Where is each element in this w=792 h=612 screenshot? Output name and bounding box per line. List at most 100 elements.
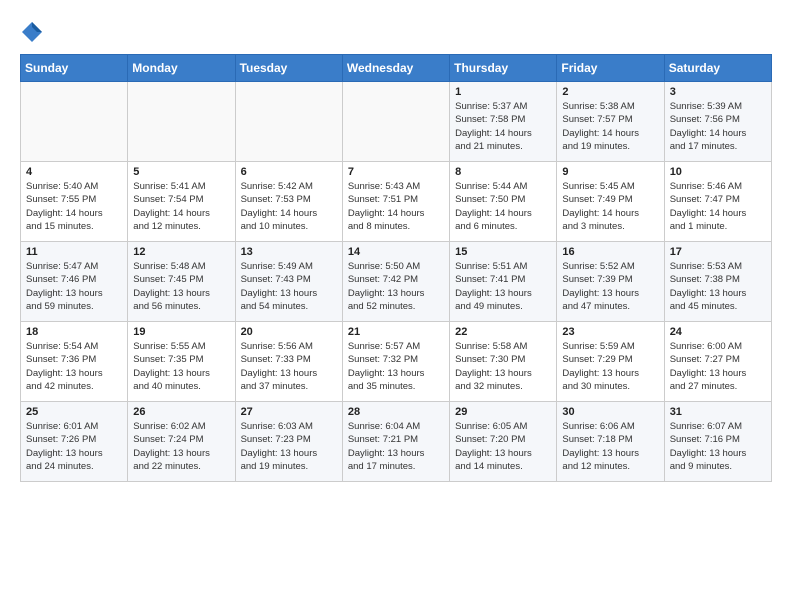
calendar-cell: 1Sunrise: 5:37 AM Sunset: 7:58 PM Daylig… [450, 82, 557, 162]
day-header-friday: Friday [557, 55, 664, 82]
calendar-cell: 4Sunrise: 5:40 AM Sunset: 7:55 PM Daylig… [21, 162, 128, 242]
calendar-cell: 16 Sunrise: 5:52 AM Sunset: 7:39 PM Dayli… [557, 242, 664, 322]
calendar-week-3: 18 Sunrise: 5:54 AM Sunset: 7:36 PM Dayli… [21, 322, 772, 402]
day-header-sunday: Sunday [21, 55, 128, 82]
day-number: 17 [670, 246, 766, 258]
calendar-week-2: 11 Sunrise: 5:47 AM Sunset: 7:46 PM Dayli… [21, 242, 772, 322]
day-detail: Sunrise: 5:39 AM Sunset: 7:56 PM Dayligh… [670, 100, 766, 153]
calendar-cell: 8Sunrise: 5:44 AM Sunset: 7:50 PM Daylig… [450, 162, 557, 242]
day-number: 23 [562, 326, 658, 338]
day-detail: Sunrise: 5:56 AM Sunset: 7:33 PM Dayligh… [241, 340, 337, 393]
day-number: 4 [26, 166, 122, 178]
calendar-cell: 18 Sunrise: 5:54 AM Sunset: 7:36 PM Dayli… [21, 322, 128, 402]
calendar-cell: 6 Sunrise: 5:42 AM Sunset: 7:53 PM Daylig… [235, 162, 342, 242]
calendar-cell: 20 Sunrise: 5:56 AM Sunset: 7:33 PM Dayli… [235, 322, 342, 402]
day-detail: Sunrise: 5:57 AM Sunset: 7:32 PM Dayligh… [348, 340, 444, 393]
day-detail: Sunrise: 6:05 AM Sunset: 7:20 PM Dayligh… [455, 420, 551, 473]
day-detail: Sunrise: 5:41 AM Sunset: 7:54 PM Dayligh… [133, 180, 229, 233]
calendar-cell: 3 Sunrise: 5:39 AM Sunset: 7:56 PM Daylig… [664, 82, 771, 162]
day-number: 1 [455, 86, 551, 98]
day-detail: Sunrise: 5:49 AM Sunset: 7:43 PM Dayligh… [241, 260, 337, 313]
day-detail: Sunrise: 5:47 AM Sunset: 7:46 PM Dayligh… [26, 260, 122, 313]
logo [20, 20, 48, 44]
calendar-cell: 27Sunrise: 6:03 AM Sunset: 7:23 PM Dayli… [235, 402, 342, 482]
day-number: 30 [562, 406, 658, 418]
calendar-cell: 26 Sunrise: 6:02 AM Sunset: 7:24 PM Dayli… [128, 402, 235, 482]
day-detail: Sunrise: 5:42 AM Sunset: 7:53 PM Dayligh… [241, 180, 337, 233]
calendar-cell: 24 Sunrise: 6:00 AM Sunset: 7:27 PM Dayli… [664, 322, 771, 402]
calendar-week-1: 4Sunrise: 5:40 AM Sunset: 7:55 PM Daylig… [21, 162, 772, 242]
day-number: 9 [562, 166, 658, 178]
day-detail: Sunrise: 5:50 AM Sunset: 7:42 PM Dayligh… [348, 260, 444, 313]
calendar-cell: 9 Sunrise: 5:45 AM Sunset: 7:49 PM Daylig… [557, 162, 664, 242]
day-detail: Sunrise: 5:38 AM Sunset: 7:57 PM Dayligh… [562, 100, 658, 153]
logo-icon [20, 20, 44, 44]
calendar-cell: 5 Sunrise: 5:41 AM Sunset: 7:54 PM Daylig… [128, 162, 235, 242]
day-header-wednesday: Wednesday [342, 55, 449, 82]
day-number: 6 [241, 166, 337, 178]
calendar-cell: 14 Sunrise: 5:50 AM Sunset: 7:42 PM Dayli… [342, 242, 449, 322]
day-number: 13 [241, 246, 337, 258]
calendar-cell: 2 Sunrise: 5:38 AM Sunset: 7:57 PM Daylig… [557, 82, 664, 162]
calendar-cell: 21 Sunrise: 5:57 AM Sunset: 7:32 PM Dayli… [342, 322, 449, 402]
day-detail: Sunrise: 5:46 AM Sunset: 7:47 PM Dayligh… [670, 180, 766, 233]
calendar-cell [342, 82, 449, 162]
day-number: 10 [670, 166, 766, 178]
day-number: 31 [670, 406, 766, 418]
calendar-cell: 13 Sunrise: 5:49 AM Sunset: 7:43 PM Dayli… [235, 242, 342, 322]
day-number: 11 [26, 246, 122, 258]
day-detail: Sunrise: 5:55 AM Sunset: 7:35 PM Dayligh… [133, 340, 229, 393]
day-number: 21 [348, 326, 444, 338]
day-detail: Sunrise: 6:00 AM Sunset: 7:27 PM Dayligh… [670, 340, 766, 393]
day-header-tuesday: Tuesday [235, 55, 342, 82]
day-number: 5 [133, 166, 229, 178]
day-number: 24 [670, 326, 766, 338]
day-number: 26 [133, 406, 229, 418]
calendar-cell: 19 Sunrise: 5:55 AM Sunset: 7:35 PM Dayli… [128, 322, 235, 402]
day-number: 20 [241, 326, 337, 338]
day-detail: Sunrise: 5:53 AM Sunset: 7:38 PM Dayligh… [670, 260, 766, 313]
day-detail: Sunrise: 5:54 AM Sunset: 7:36 PM Dayligh… [26, 340, 122, 393]
calendar-cell: 31 Sunrise: 6:07 AM Sunset: 7:16 PM Dayli… [664, 402, 771, 482]
day-header-thursday: Thursday [450, 55, 557, 82]
calendar-cell [128, 82, 235, 162]
day-number: 15 [455, 246, 551, 258]
day-detail: Sunrise: 5:45 AM Sunset: 7:49 PM Dayligh… [562, 180, 658, 233]
calendar-cell: 15 Sunrise: 5:51 AM Sunset: 7:41 PM Dayli… [450, 242, 557, 322]
day-detail: Sunrise: 5:51 AM Sunset: 7:41 PM Dayligh… [455, 260, 551, 313]
calendar-table: SundayMondayTuesdayWednesdayThursdayFrid… [20, 54, 772, 482]
calendar-cell: 12Sunrise: 5:48 AM Sunset: 7:45 PM Dayli… [128, 242, 235, 322]
calendar-cell: 22 Sunrise: 5:58 AM Sunset: 7:30 PM Dayli… [450, 322, 557, 402]
calendar-cell: 23Sunrise: 5:59 AM Sunset: 7:29 PM Dayli… [557, 322, 664, 402]
day-detail: Sunrise: 5:52 AM Sunset: 7:39 PM Dayligh… [562, 260, 658, 313]
calendar-cell: 29 Sunrise: 6:05 AM Sunset: 7:20 PM Dayli… [450, 402, 557, 482]
calendar-cell: 28 Sunrise: 6:04 AM Sunset: 7:21 PM Dayli… [342, 402, 449, 482]
day-number: 2 [562, 86, 658, 98]
day-header-saturday: Saturday [664, 55, 771, 82]
calendar-cell: 17 Sunrise: 5:53 AM Sunset: 7:38 PM Dayli… [664, 242, 771, 322]
day-number: 29 [455, 406, 551, 418]
day-detail: Sunrise: 6:01 AM Sunset: 7:26 PM Dayligh… [26, 420, 122, 473]
day-number: 16 [562, 246, 658, 258]
day-number: 12 [133, 246, 229, 258]
day-number: 14 [348, 246, 444, 258]
day-detail: Sunrise: 5:44 AM Sunset: 7:50 PM Dayligh… [455, 180, 551, 233]
day-detail: Sunrise: 6:07 AM Sunset: 7:16 PM Dayligh… [670, 420, 766, 473]
day-number: 19 [133, 326, 229, 338]
page-header [20, 20, 772, 44]
day-number: 28 [348, 406, 444, 418]
day-detail: Sunrise: 5:58 AM Sunset: 7:30 PM Dayligh… [455, 340, 551, 393]
calendar-week-4: 25Sunrise: 6:01 AM Sunset: 7:26 PM Dayli… [21, 402, 772, 482]
calendar-body: 1Sunrise: 5:37 AM Sunset: 7:58 PM Daylig… [21, 82, 772, 482]
day-number: 22 [455, 326, 551, 338]
day-number: 27 [241, 406, 337, 418]
calendar-header-row: SundayMondayTuesdayWednesdayThursdayFrid… [21, 55, 772, 82]
day-number: 7 [348, 166, 444, 178]
calendar-cell: 11 Sunrise: 5:47 AM Sunset: 7:46 PM Dayli… [21, 242, 128, 322]
calendar-cell: 7Sunrise: 5:43 AM Sunset: 7:51 PM Daylig… [342, 162, 449, 242]
day-number: 3 [670, 86, 766, 98]
day-detail: Sunrise: 6:04 AM Sunset: 7:21 PM Dayligh… [348, 420, 444, 473]
day-number: 18 [26, 326, 122, 338]
day-detail: Sunrise: 6:06 AM Sunset: 7:18 PM Dayligh… [562, 420, 658, 473]
day-detail: Sunrise: 6:02 AM Sunset: 7:24 PM Dayligh… [133, 420, 229, 473]
